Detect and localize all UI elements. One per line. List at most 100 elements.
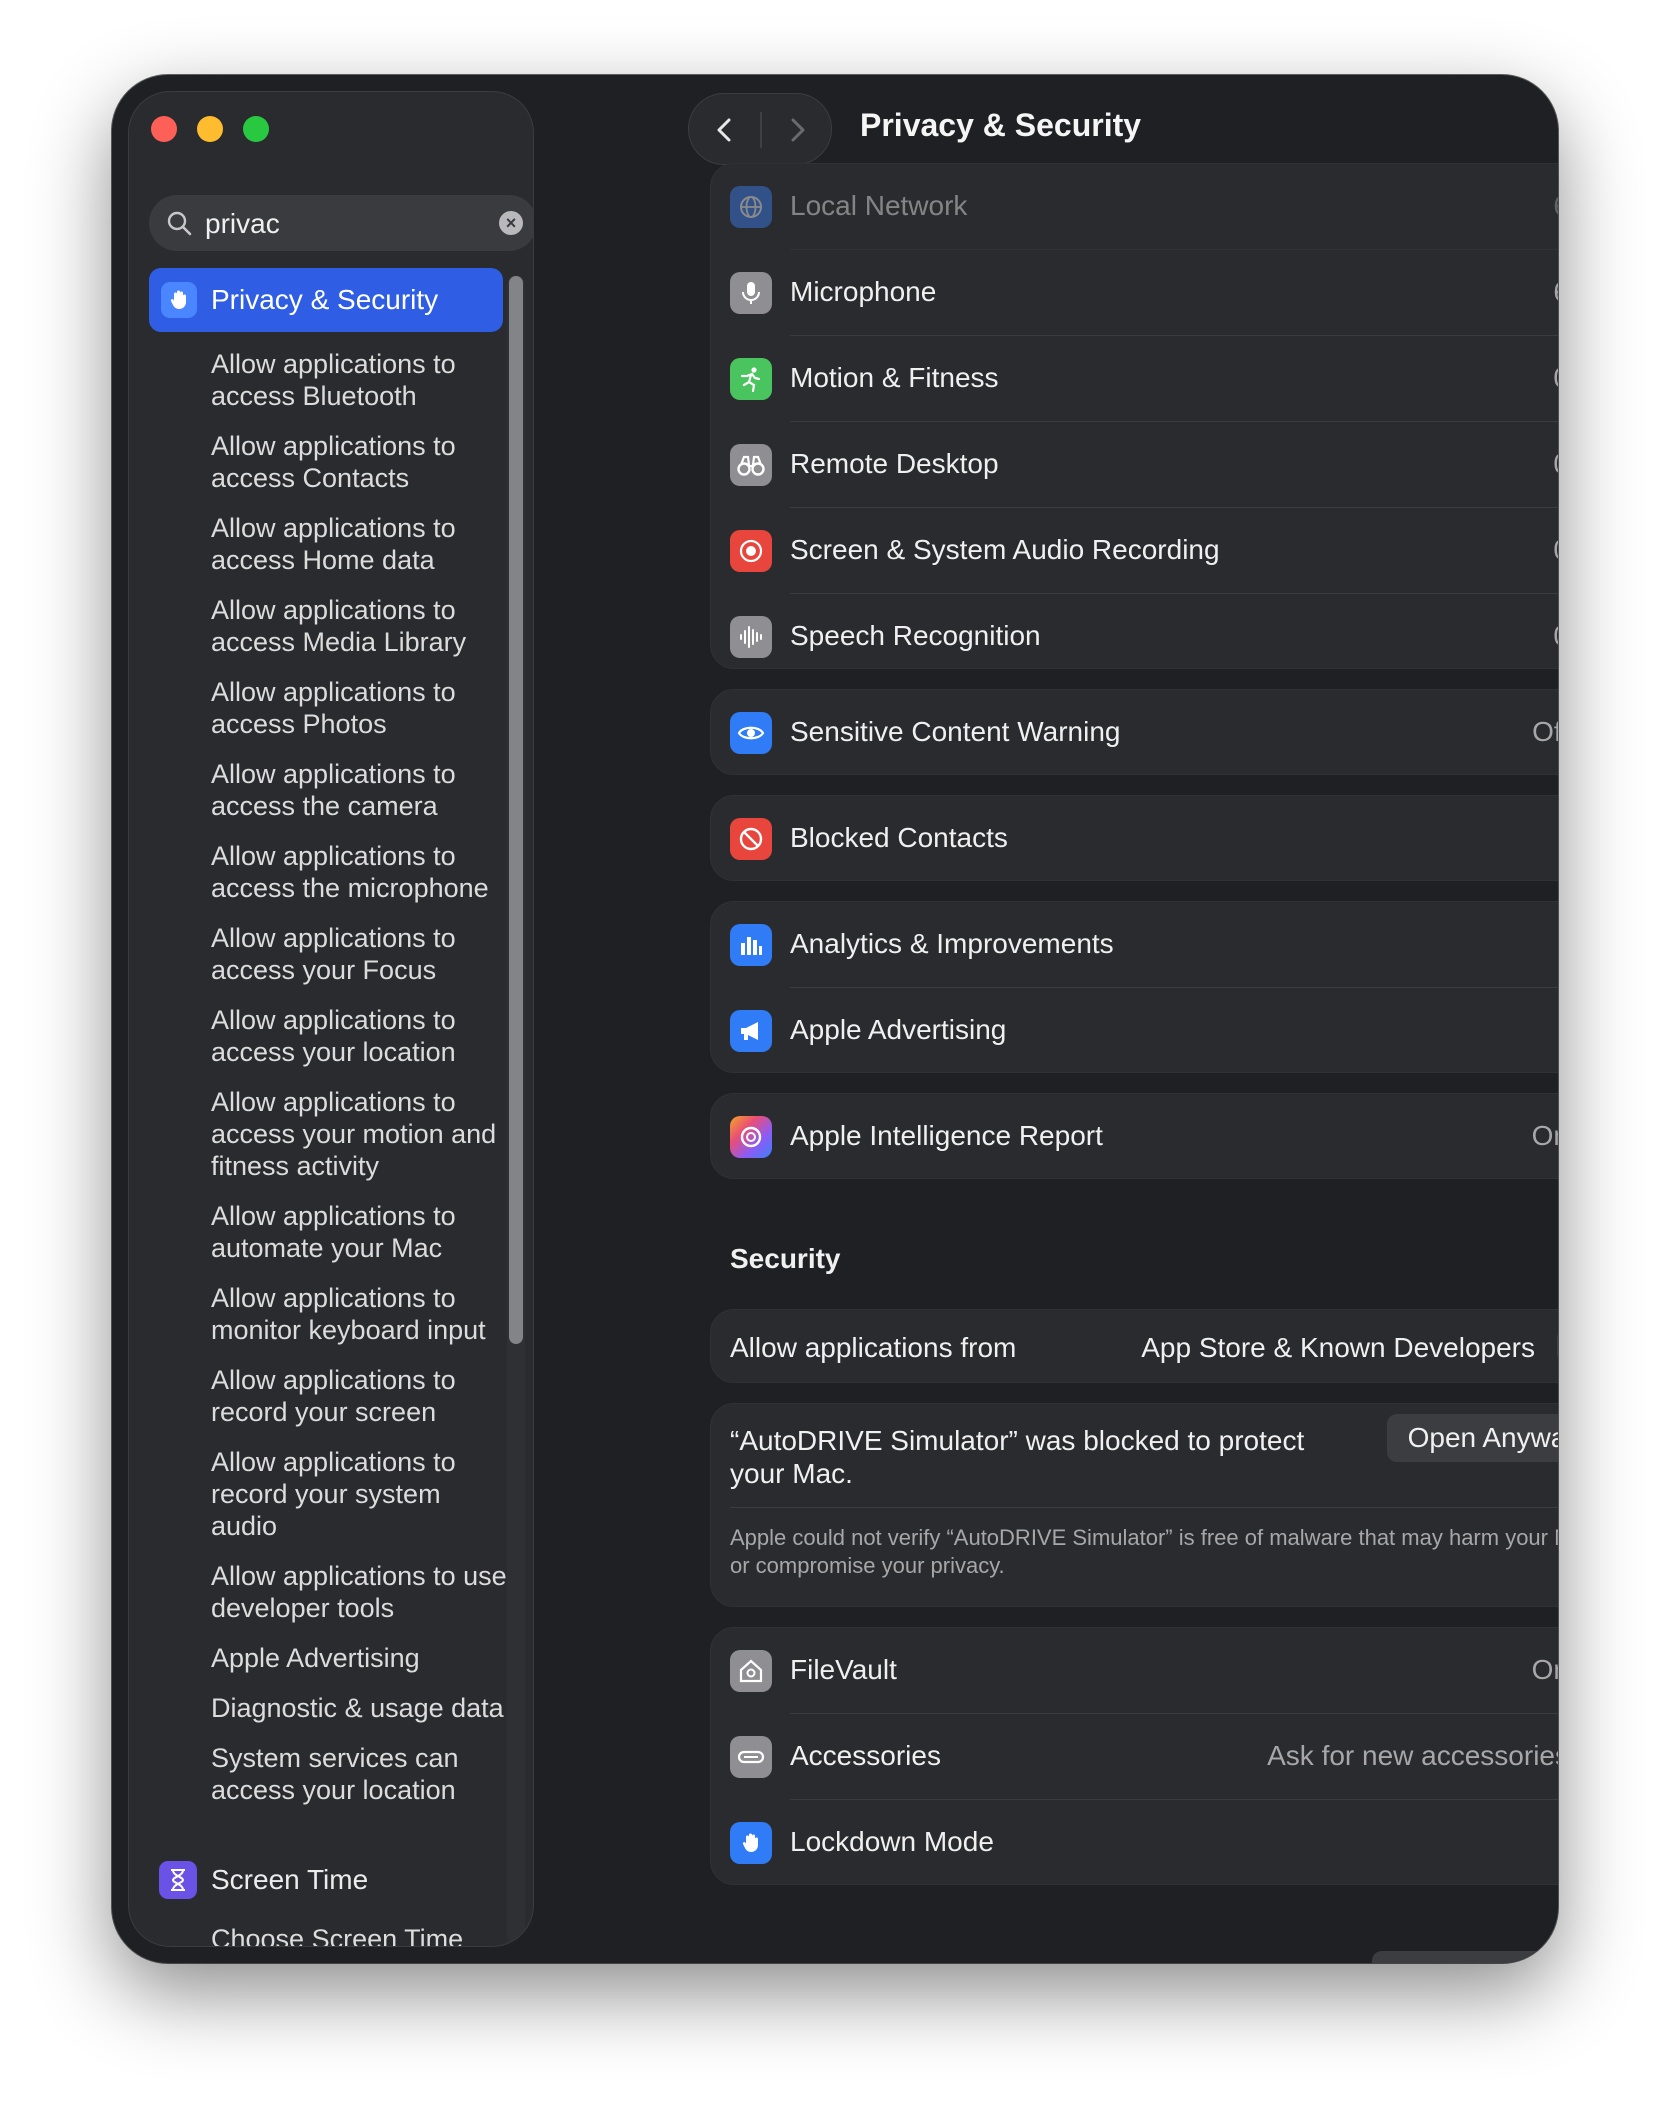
sidebar-search-result[interactable]: Allow applications to automate your Mac bbox=[149, 1200, 509, 1264]
hand-icon bbox=[730, 1822, 772, 1864]
sidebar-item-label: Screen Time bbox=[211, 1864, 369, 1895]
sidebar-search-result[interactable]: Allow applications to access Photos bbox=[149, 676, 509, 740]
row-label: Apple Intelligence Report bbox=[790, 1120, 1103, 1151]
eye-icon bbox=[730, 712, 772, 754]
row-analytics-improvements[interactable]: Analytics & Improvements bbox=[711, 902, 1558, 988]
sidebar-search-result[interactable]: Allow applications to access Media Libra… bbox=[149, 594, 509, 658]
row-motion-fitness[interactable]: Motion & Fitness 0 bbox=[711, 336, 1558, 422]
hand-icon bbox=[161, 282, 197, 318]
sidebar-search-result[interactable]: Allow applications to access the microph… bbox=[149, 840, 509, 904]
row-sensitive-content-warning[interactable]: Sensitive Content Warning Off bbox=[711, 690, 1558, 774]
row-value: Ask for new accessories bbox=[1267, 1740, 1558, 1771]
sidebar-search-result[interactable]: Allow applications to record your screen bbox=[149, 1364, 509, 1428]
stepper-icon[interactable] bbox=[1557, 1328, 1558, 1364]
advanced-button[interactable]: Advanced… bbox=[1372, 1951, 1558, 1963]
card-divider bbox=[730, 1507, 1558, 1508]
sidebar-search-result[interactable]: Allow applications to record your system… bbox=[149, 1446, 509, 1542]
chart-icon bbox=[730, 924, 772, 966]
close-window-button[interactable] bbox=[151, 116, 177, 142]
row-screen-audio-recording[interactable]: Screen & System Audio Recording 0 bbox=[711, 508, 1558, 594]
sidebar-search-result[interactable]: Allow applications to access Bluetooth bbox=[149, 348, 509, 412]
row-label: Accessories bbox=[790, 1740, 941, 1771]
row-speech-recognition[interactable]: Speech Recognition 0 bbox=[711, 594, 1558, 668]
clear-search-icon[interactable]: × bbox=[499, 211, 523, 235]
navigation-buttons bbox=[688, 93, 832, 165]
row-label: Analytics & Improvements bbox=[790, 928, 1114, 959]
row-value: Off bbox=[1532, 716, 1558, 747]
sidebar-search-result[interactable]: Allow applications to access your Focus bbox=[149, 922, 509, 986]
row-label: Blocked Contacts bbox=[790, 822, 1008, 853]
row-blocked-contacts[interactable]: Blocked Contacts bbox=[711, 796, 1558, 880]
row-label: Speech Recognition bbox=[790, 620, 1041, 651]
analytics-card: Analytics & Improvements Apple Advertisi… bbox=[710, 901, 1558, 1073]
blocked-contacts-card: Blocked Contacts bbox=[710, 795, 1558, 881]
sidebar-search-result[interactable]: Allow applications to use developer tool… bbox=[149, 1560, 509, 1624]
allow-applications-label: Allow applications from bbox=[730, 1332, 1017, 1363]
hourglass-icon bbox=[159, 1861, 197, 1899]
back-button[interactable] bbox=[709, 114, 741, 146]
sidebar-item-privacy-security[interactable]: Privacy & Security bbox=[149, 268, 503, 332]
row-value: On bbox=[1531, 1120, 1558, 1151]
microphone-icon bbox=[730, 272, 772, 314]
row-accessories[interactable]: Accessories Ask for new accessories bbox=[711, 1714, 1558, 1800]
house-lock-icon bbox=[730, 1650, 772, 1692]
allow-applications-card: Allow applications from App Store & Know… bbox=[710, 1309, 1558, 1383]
zoom-window-button[interactable] bbox=[243, 116, 269, 142]
sidebar-search-result[interactable]: Apple Advertising bbox=[149, 1642, 509, 1674]
settings-window: privac × Privacy & Security Allow applic… bbox=[112, 75, 1558, 1963]
blocked-app-message: “AutoDRIVE Simulator” was blocked to pro… bbox=[730, 1425, 1305, 1489]
row-value: 0 bbox=[1553, 534, 1558, 566]
sidebar-item-screen-time[interactable]: Screen Time bbox=[149, 1861, 368, 1899]
blocked-app-detail: Apple could not verify “AutoDRIVE Simula… bbox=[730, 1525, 1558, 1578]
megaphone-icon bbox=[730, 1010, 772, 1052]
row-label: FileVault bbox=[790, 1654, 897, 1685]
globe-icon bbox=[730, 186, 772, 228]
row-apple-advertising[interactable]: Apple Advertising bbox=[711, 988, 1558, 1072]
sidebar: privac × Privacy & Security Allow applic… bbox=[128, 91, 534, 1947]
record-icon bbox=[730, 530, 772, 572]
row-filevault[interactable]: FileVault On bbox=[711, 1628, 1558, 1714]
allow-applications-select[interactable]: App Store & Known Developers bbox=[1141, 1332, 1535, 1364]
row-remote-desktop[interactable]: Remote Desktop 0 bbox=[711, 422, 1558, 508]
privacy-permissions-card: Local Network 6 Microphone 6 bbox=[710, 163, 1558, 669]
row-label: Motion & Fitness bbox=[790, 362, 999, 393]
forward-button[interactable] bbox=[781, 114, 813, 146]
row-local-network[interactable]: Local Network 6 bbox=[711, 164, 1558, 250]
sidebar-search-result[interactable]: Diagnostic & usage data bbox=[149, 1692, 509, 1724]
sidebar-item-label: Privacy & Security bbox=[211, 284, 439, 315]
sidebar-result-screen-time[interactable]: Choose Screen Time bbox=[211, 1924, 463, 1946]
row-apple-intelligence-report[interactable]: Apple Intelligence Report On bbox=[711, 1094, 1558, 1178]
row-value: 0 bbox=[1553, 620, 1558, 652]
minimize-window-button[interactable] bbox=[197, 116, 223, 142]
row-value: On bbox=[1531, 1654, 1558, 1685]
sidebar-search-result[interactable]: Allow applications to access Contacts bbox=[149, 430, 509, 494]
security-section-title: Security bbox=[730, 1243, 841, 1274]
search-input[interactable]: privac bbox=[205, 208, 280, 240]
open-anyway-button[interactable]: Open Anyway bbox=[1387, 1414, 1558, 1462]
sidebar-search-result[interactable]: Allow applications to access your locati… bbox=[149, 1004, 509, 1068]
page-title: Privacy & Security bbox=[860, 107, 1142, 143]
blocked-app-card: “AutoDRIVE Simulator” was blocked to pro… bbox=[710, 1403, 1558, 1607]
intelligence-icon bbox=[730, 1116, 772, 1158]
accessory-icon bbox=[730, 1736, 772, 1778]
sidebar-search-result[interactable]: Allow applications to access Home data bbox=[149, 512, 509, 576]
sidebar-search-result[interactable]: Allow applications to monitor keyboard i… bbox=[149, 1282, 509, 1346]
sidebar-search-result[interactable]: Allow applications to access your motion… bbox=[149, 1086, 509, 1182]
sidebar-search-result[interactable]: Allow applications to access the camera bbox=[149, 758, 509, 822]
row-label: Screen & System Audio Recording bbox=[790, 534, 1220, 565]
sidebar-scrollbar-thumb[interactable] bbox=[509, 276, 523, 1344]
row-label: Sensitive Content Warning bbox=[790, 716, 1121, 747]
search-icon bbox=[167, 211, 192, 236]
sidebar-search-result[interactable]: System services can access your location bbox=[149, 1742, 509, 1806]
search-results: Privacy & Security Allow applications to… bbox=[149, 268, 507, 1806]
row-label: Remote Desktop bbox=[790, 448, 999, 479]
row-lockdown-mode[interactable]: Lockdown Mode bbox=[711, 1800, 1558, 1884]
row-microphone[interactable]: Microphone 6 bbox=[711, 250, 1558, 336]
nav-divider bbox=[760, 112, 762, 148]
row-value: 6 bbox=[1553, 276, 1558, 308]
binoculars-icon bbox=[730, 444, 772, 486]
row-value: 6 bbox=[1553, 190, 1558, 222]
row-label: Microphone bbox=[790, 276, 937, 307]
search-field[interactable]: privac × bbox=[149, 195, 533, 251]
main-pane: Privacy & Security Local Network 6 bbox=[534, 75, 1558, 1963]
